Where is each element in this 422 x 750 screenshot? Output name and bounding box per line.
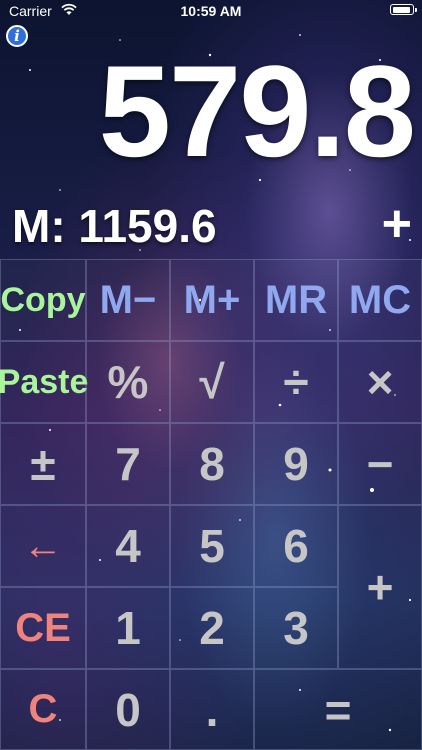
digit-5-button[interactable]: 5 [170, 505, 254, 587]
digit-4-button[interactable]: 4 [86, 505, 170, 587]
memory-recall-button[interactable]: MR [254, 259, 338, 341]
status-bar: Carrier 10:59 AM [0, 0, 422, 22]
decimal-point-button[interactable]: . [170, 669, 254, 750]
digit-7-button[interactable]: 7 [86, 423, 170, 505]
result-display: 579.8 [98, 38, 416, 184]
digit-0-button[interactable]: 0 [86, 669, 170, 750]
percent-button[interactable]: % [86, 341, 170, 423]
keypad: Copy M− M+ MR MC Paste % √ ÷ × ± 7 8 9 −… [0, 259, 422, 750]
memory-add-button[interactable]: M+ [170, 259, 254, 341]
memory-clear-button[interactable]: MC [338, 259, 422, 341]
digit-1-button[interactable]: 1 [86, 587, 170, 669]
paste-button[interactable]: Paste [0, 341, 88, 423]
pending-operator: + [381, 195, 412, 253]
square-root-button[interactable]: √ [170, 341, 254, 423]
digit-6-button[interactable]: 6 [254, 505, 338, 587]
memory-subtract-button[interactable]: M− [86, 259, 170, 341]
battery-icon [390, 4, 417, 15]
clear-button[interactable]: C [0, 669, 86, 750]
multiply-button[interactable]: × [338, 341, 422, 423]
digit-9-button[interactable]: 9 [254, 423, 338, 505]
memory-display: M: 1159.6 [12, 200, 217, 252]
add-button[interactable]: + [338, 505, 422, 669]
divide-button[interactable]: ÷ [254, 341, 338, 423]
clock: 10:59 AM [180, 3, 242, 19]
subtract-button[interactable]: − [338, 423, 422, 505]
plus-minus-button[interactable]: ± [0, 423, 86, 505]
equals-button[interactable]: = [254, 669, 422, 750]
backspace-button[interactable]: ← [0, 505, 86, 587]
clear-entry-button[interactable]: CE [0, 587, 86, 669]
copy-button[interactable]: Copy [0, 259, 86, 341]
calculator-screen: Carrier 10:59 AM i 579.8 M: 1159.6 + Cop… [0, 0, 422, 750]
battery-level [392, 6, 410, 13]
digit-8-button[interactable]: 8 [170, 423, 254, 505]
digit-2-button[interactable]: 2 [170, 587, 254, 669]
digit-3-button[interactable]: 3 [254, 587, 338, 669]
